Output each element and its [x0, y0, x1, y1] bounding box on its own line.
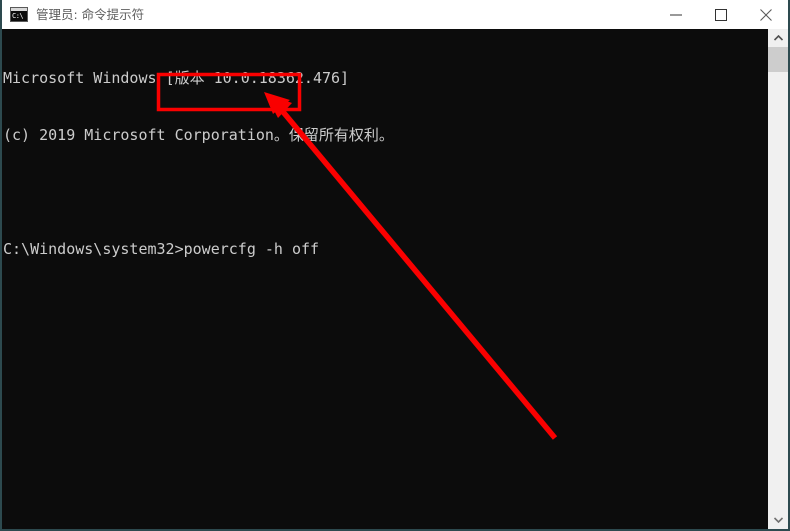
scrollbar-track[interactable] [768, 72, 788, 511]
console-output-area[interactable]: Microsoft Windows [版本 10.0.18362.476] (c… [2, 29, 788, 529]
chevron-up-icon [773, 35, 783, 41]
console-line: (c) 2019 Microsoft Corporation。保留所有权利。 [3, 126, 394, 144]
vertical-scrollbar[interactable] [768, 29, 788, 529]
minimize-icon [669, 14, 682, 15]
window-controls [653, 0, 788, 29]
close-button[interactable] [743, 0, 788, 29]
scroll-up-button[interactable] [768, 29, 788, 47]
console-text: Microsoft Windows [版本 10.0.18362.476] (c… [3, 31, 394, 297]
console-line: Microsoft Windows [版本 10.0.18362.476] [3, 69, 350, 87]
command-prompt-window: C:\ 管理员: 命令提示符 Microsoft Windows [版本 10.… [0, 0, 790, 531]
scroll-down-button[interactable] [768, 511, 788, 529]
chevron-down-icon [773, 517, 783, 523]
minimize-button[interactable] [653, 0, 698, 29]
title-bar[interactable]: C:\ 管理员: 命令提示符 [2, 0, 788, 29]
close-icon [759, 8, 772, 21]
scrollbar-thumb[interactable] [768, 47, 788, 72]
maximize-icon [714, 8, 727, 21]
cmd-icon: C:\ [10, 7, 28, 22]
console-prompt-line: C:\Windows\system32>powercfg -h off [3, 240, 320, 258]
window-title: 管理员: 命令提示符 [36, 7, 145, 22]
maximize-button[interactable] [698, 0, 743, 29]
cmd-icon-text: C:\ [12, 12, 24, 20]
